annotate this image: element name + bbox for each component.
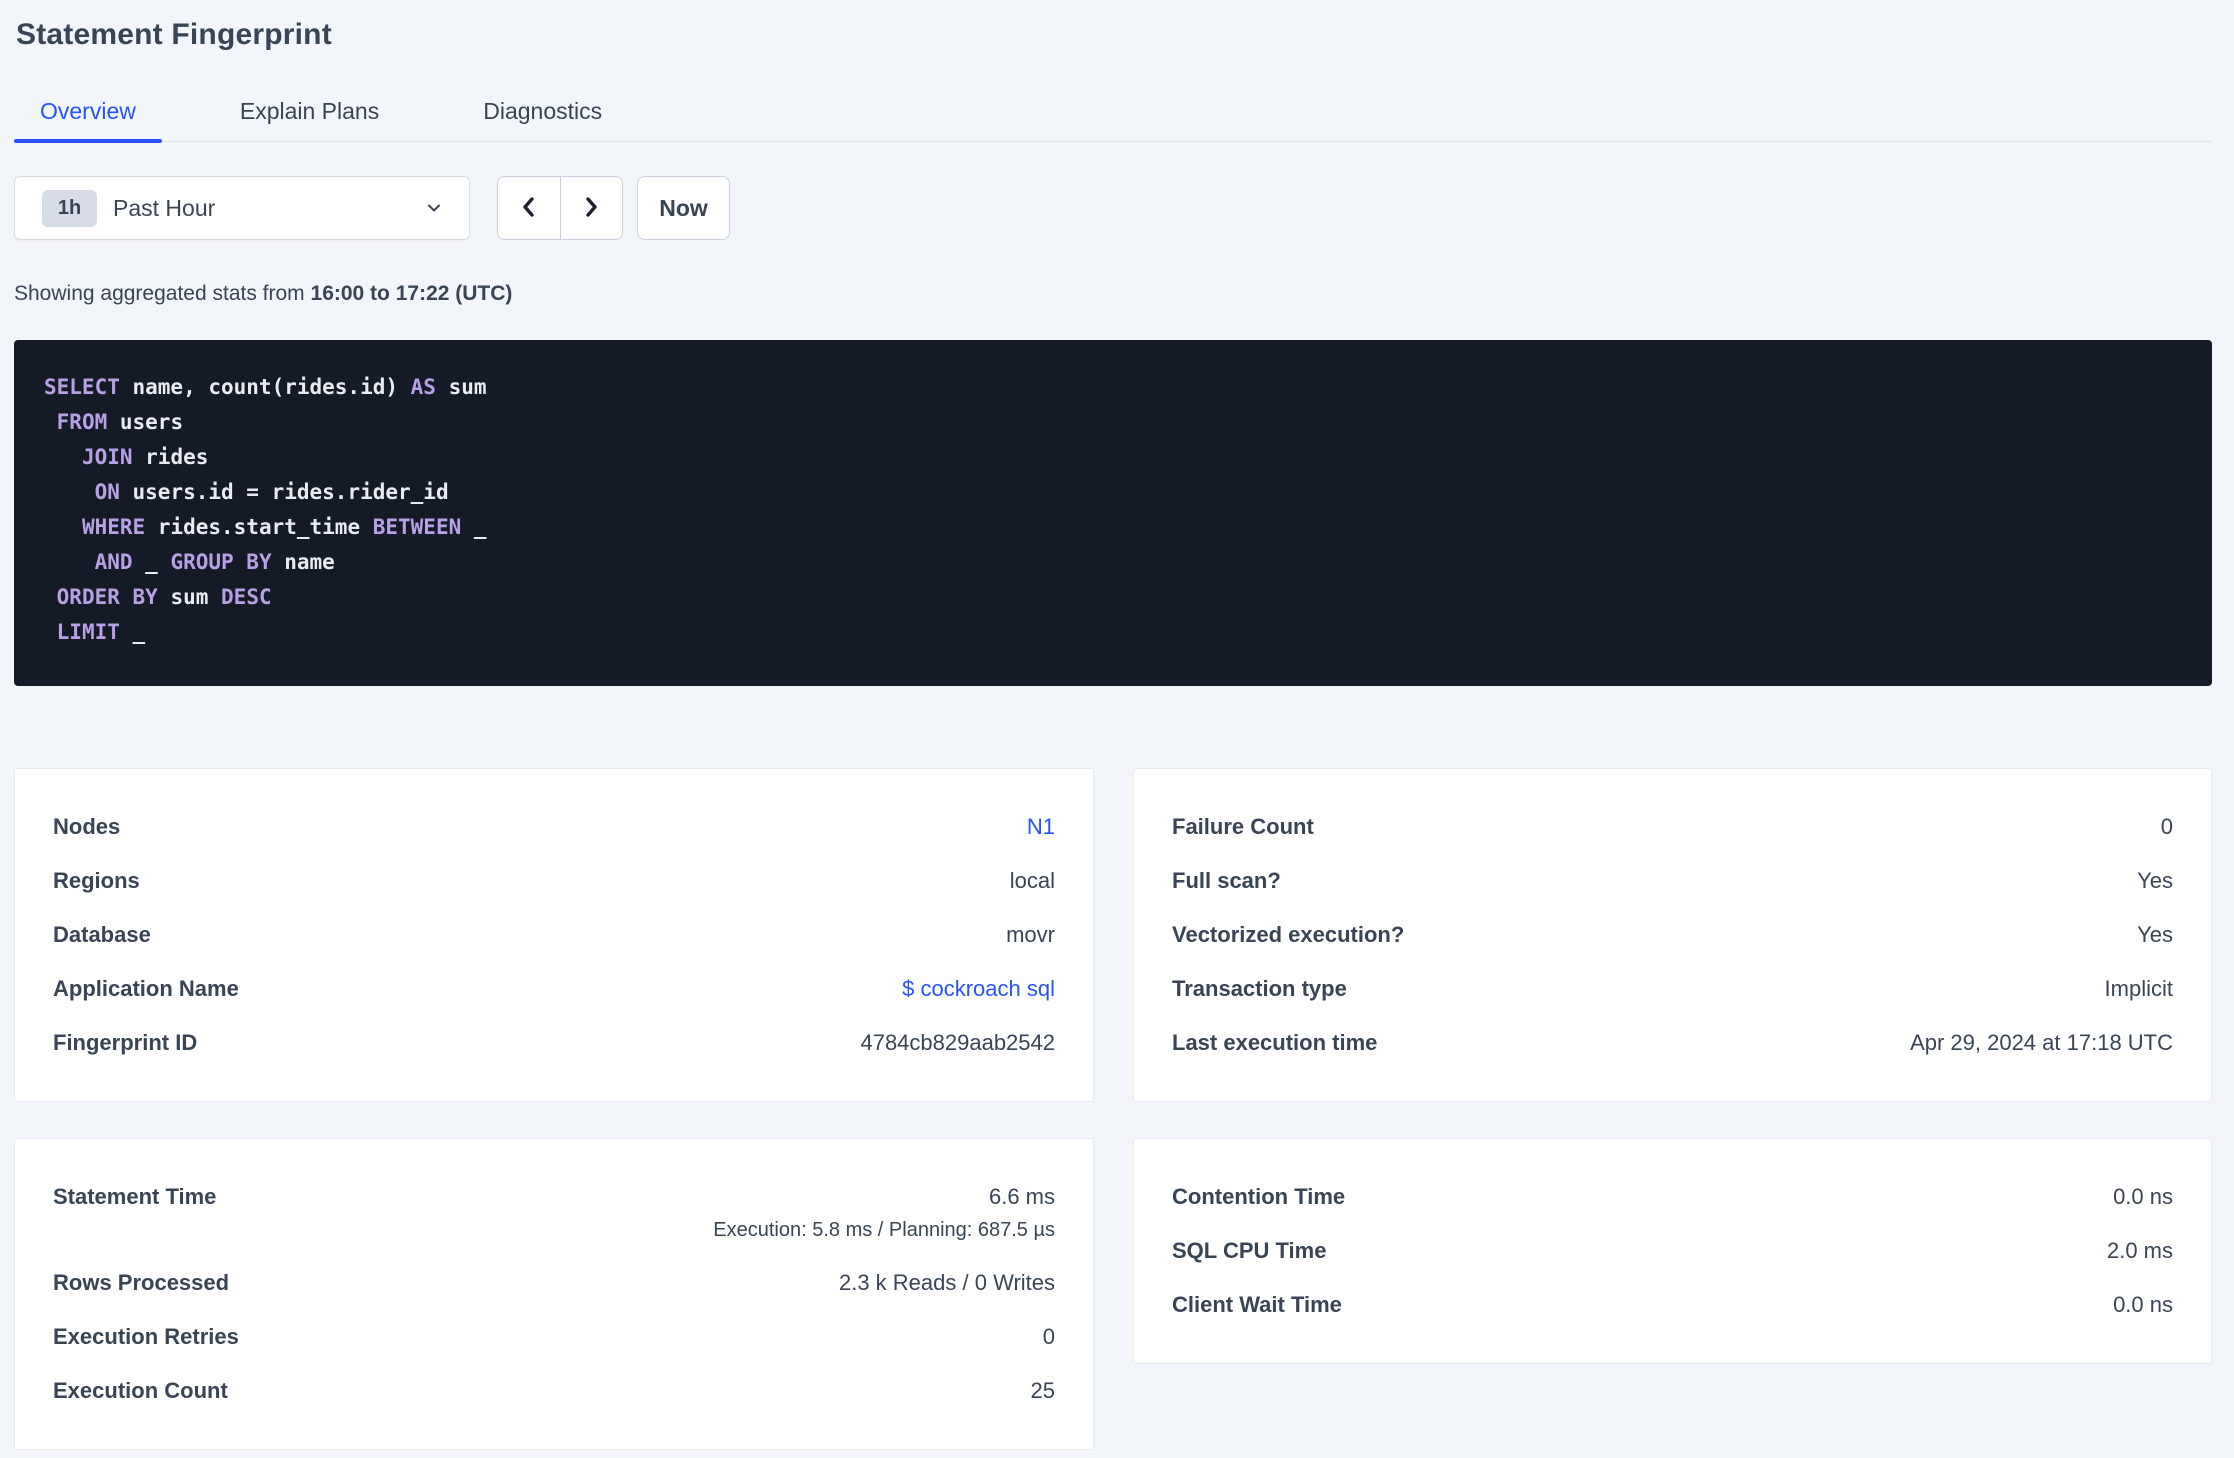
sql-line: ON users.id = rides.rider_id	[94, 480, 449, 504]
chevron-down-icon	[423, 197, 445, 219]
sql-line: WHERE rides.start_time BETWEEN _	[81, 515, 487, 539]
info-row-label: Statement Time	[53, 1184, 217, 1209]
stats-summary-prefix: Showing aggregated stats from	[14, 282, 311, 305]
info-row-label: Execution Retries	[53, 1324, 239, 1349]
next-time-button[interactable]	[560, 177, 622, 239]
info-row-value: local	[1009, 868, 1055, 893]
time-interval-badge: 1h	[42, 189, 97, 227]
info-row: Full scan? Yes	[1172, 854, 2173, 908]
info-row-label: Vectorized execution?	[1172, 922, 1405, 947]
info-row-value: 25	[1030, 1378, 1055, 1403]
info-row-label: Execution Count	[53, 1378, 228, 1403]
info-row: Client Wait Time 0.0 ns	[1172, 1278, 2173, 1332]
info-row: Last execution time Apr 29, 2024 at 17:18…	[1172, 1016, 2173, 1070]
info-row: Vectorized execution? Yes	[1172, 908, 2173, 962]
chevron-left-icon	[516, 194, 542, 223]
now-button[interactable]: Now	[637, 176, 730, 240]
info-row-label: Transaction type	[1172, 976, 1347, 1001]
sql-line: ORDER BY sum DESC	[56, 585, 272, 609]
info-row: SQL CPU Time 2.0 ms	[1172, 1224, 2173, 1278]
summary-cards-top-row: Nodes N1 Regions local Database movr Applicati…	[14, 768, 2212, 1102]
info-row: Transaction type Implicit	[1172, 962, 2173, 1016]
page-title: Statement Fingerprint	[16, 18, 332, 51]
info-row-value: Apr 29, 2024 at 17:18 UTC	[1910, 1030, 2173, 1055]
info-row-value: 2.0 ms	[2106, 1238, 2173, 1263]
info-row-value: Yes	[2137, 868, 2173, 893]
info-row: Rows Processed 2.3 k Reads / 0 Writes	[53, 1256, 1055, 1310]
statement-details-card: Nodes N1 Regions local Database movr Applicati…	[14, 768, 1094, 1102]
info-row-value: 6.6 ms	[988, 1184, 1055, 1209]
info-row-value: 0.0 ns	[2113, 1184, 2173, 1209]
info-row: Failure Count 0	[1172, 800, 2173, 854]
sql-line: SELECT name, count(rides.id) AS sum	[44, 375, 487, 399]
sql-line: FROM users	[56, 410, 184, 434]
execution-attributes-card: Failure Count 0 Full scan? Yes Vectorized ex…	[1133, 768, 2212, 1102]
info-row-label: Regions	[53, 868, 140, 893]
info-row-label: Database	[53, 922, 151, 947]
info-row: Fingerprint ID 4784cb829aab2542	[53, 1016, 1055, 1070]
info-row-label: Full scan?	[1172, 868, 1281, 893]
info-row-value: Implicit	[2104, 976, 2173, 1001]
prev-time-button[interactable]	[498, 177, 561, 239]
info-row-value-link[interactable]: N1	[1027, 813, 1055, 841]
info-row: Application Name $ cockroach sql	[53, 962, 1055, 1016]
tab-explain-plans[interactable]: Explain Plans	[214, 98, 405, 141]
info-row: Nodes N1	[53, 800, 1055, 854]
info-row-value: movr	[1006, 922, 1055, 947]
sql-line: LIMIT _	[56, 620, 146, 644]
info-row: Database movr	[53, 908, 1055, 962]
tab-overview[interactable]: Overview	[14, 98, 162, 143]
info-row-label: Application Name	[53, 976, 239, 1001]
info-row-label: Fingerprint ID	[53, 1030, 198, 1055]
info-row-value: Yes	[2137, 922, 2173, 947]
tab-diagnostics[interactable]: Diagnostics	[457, 98, 628, 141]
sql-statement-box: SELECT name, count(rides.id) AS sum FROM…	[14, 340, 2212, 686]
info-row: Regions local	[53, 854, 1055, 908]
time-controls: 1h Past Hour Now	[14, 176, 2212, 240]
info-row-value-link[interactable]: $ cockroach sql	[902, 975, 1055, 1003]
chevron-right-icon	[578, 194, 604, 223]
info-row: Contention Time 0.0 ns	[1172, 1170, 2173, 1224]
info-row: Execution Count 25	[53, 1364, 1055, 1418]
info-row-label: SQL CPU Time	[1172, 1238, 1327, 1263]
stats-summary-text: Showing aggregated stats from 16:00 to 1…	[14, 282, 2212, 306]
info-row: Statement Time 6.6 ms Execution: 5.8 ms / …	[53, 1170, 1055, 1256]
time-nav-group	[497, 176, 623, 240]
info-row-subvalue: Execution: 5.8 ms / Planning: 687.5 µs	[713, 1219, 1055, 1241]
time-interval-label: Past Hour	[113, 194, 216, 221]
stats-summary-range: 16:00 to 17:22 (UTC)	[310, 282, 513, 305]
info-row: Execution Retries 0	[53, 1310, 1055, 1364]
tab-bar: Overview Explain Plans Diagnostics	[14, 98, 2212, 143]
info-row-label: Failure Count	[1172, 814, 1314, 839]
info-row-label: Last execution time	[1172, 1030, 1378, 1055]
summary-cards-bottom-row: Statement Time 6.6 ms Execution: 5.8 ms / …	[14, 1138, 2212, 1450]
info-row-value: 0.0 ns	[2113, 1292, 2173, 1317]
info-row-value: 2.3 k Reads / 0 Writes	[838, 1270, 1055, 1295]
statement-fingerprint-page: Statement Fingerprint Overview Explain P…	[0, 0, 2234, 1450]
info-row-label: Contention Time	[1172, 1184, 1346, 1209]
info-row-value: 0	[1042, 1324, 1055, 1349]
info-row-label: Client Wait Time	[1172, 1292, 1342, 1317]
wait-times-card: Contention Time 0.0 ns SQL CPU Time 2.0 ms C…	[1133, 1138, 2212, 1364]
info-row-value: 0	[2160, 814, 2173, 839]
sql-line: AND _ GROUP BY name	[94, 550, 335, 574]
info-row-value: 4784cb829aab2542	[860, 1030, 1055, 1055]
time-interval-dropdown[interactable]: 1h Past Hour	[14, 176, 470, 240]
info-row-label: Rows Processed	[53, 1270, 230, 1295]
sql-line: JOIN rides	[81, 445, 209, 469]
statement-timing-card: Statement Time 6.6 ms Execution: 5.8 ms / …	[14, 1138, 1094, 1450]
info-row-label: Nodes	[53, 814, 121, 839]
